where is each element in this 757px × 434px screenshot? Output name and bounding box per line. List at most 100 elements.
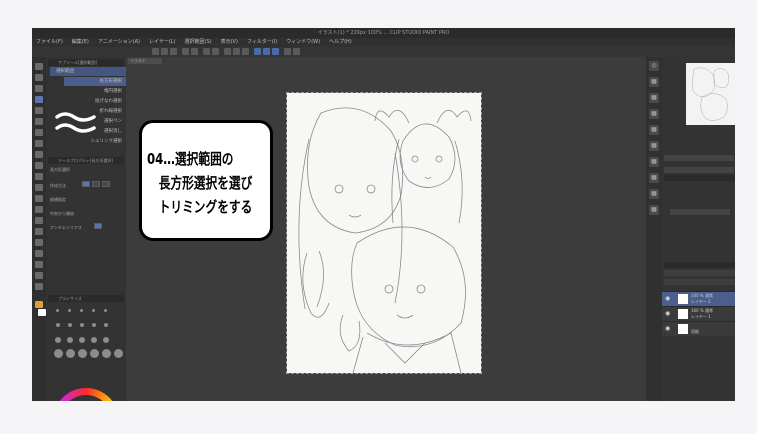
layer-toolbar[interactable] bbox=[664, 279, 735, 285]
navigator-icon[interactable]: ◎ bbox=[649, 61, 659, 71]
material-icon[interactable]: ▦ bbox=[649, 189, 659, 199]
snap-perspective-icon[interactable] bbox=[272, 48, 279, 55]
brush-size-preset[interactable] bbox=[56, 323, 60, 327]
antialias-level-icon[interactable] bbox=[94, 223, 102, 229]
eye-icon[interactable]: ◉ bbox=[665, 311, 670, 317]
blend-tool-icon[interactable] bbox=[35, 195, 43, 202]
sub-tool-rect-select[interactable]: 長方形選択 bbox=[64, 77, 126, 86]
clear-icon[interactable] bbox=[203, 48, 210, 55]
guide-icon[interactable] bbox=[293, 48, 300, 55]
canvas-paper[interactable] bbox=[286, 92, 482, 374]
figure-tool-icon[interactable] bbox=[35, 228, 43, 235]
menu-view[interactable]: 表示(V) bbox=[221, 38, 238, 47]
pencil-tool-icon[interactable] bbox=[35, 140, 43, 147]
creation-mode-subtract-icon[interactable] bbox=[102, 181, 110, 187]
eye-icon[interactable]: ◉ bbox=[665, 326, 670, 332]
material-icon[interactable]: ▦ bbox=[649, 93, 659, 103]
brush-size-preset[interactable] bbox=[55, 337, 61, 343]
brush-size-preset[interactable] bbox=[80, 323, 84, 327]
sub-tool-ellipse-select[interactable]: 楕円選択 bbox=[64, 87, 126, 96]
snap-ruler-icon[interactable] bbox=[254, 48, 261, 55]
property-start-center[interactable]: 中央から開始 bbox=[50, 211, 74, 217]
material-icon[interactable]: ▦ bbox=[649, 125, 659, 135]
brush-size-preset[interactable] bbox=[102, 349, 111, 358]
brush-size-preset[interactable] bbox=[54, 349, 63, 358]
airbrush-tool-icon[interactable] bbox=[35, 162, 43, 169]
document-tab[interactable]: イラスト bbox=[128, 58, 162, 64]
brush-size-preset[interactable] bbox=[56, 309, 59, 312]
fill-tool-icon[interactable] bbox=[35, 206, 43, 213]
color-wheel[interactable] bbox=[53, 388, 119, 401]
sub-tool-lasso-select[interactable]: 投げなわ選択 bbox=[64, 97, 126, 106]
open-icon[interactable] bbox=[161, 48, 168, 55]
layer-row[interactable]: ◉ 100 % 通常 レイヤー 2 bbox=[662, 291, 735, 306]
brush-size-preset[interactable] bbox=[79, 337, 85, 343]
undo-icon[interactable] bbox=[182, 48, 189, 55]
material-icon[interactable]: ▦ bbox=[649, 109, 659, 119]
decoration-tool-icon[interactable] bbox=[35, 173, 43, 180]
operation-tool-icon[interactable] bbox=[35, 85, 43, 92]
canvas-workspace[interactable]: イラスト 04…選択範囲の 長方形選択を選び トリミングをする bbox=[126, 57, 646, 401]
auto-select-tool-icon[interactable] bbox=[35, 107, 43, 114]
layer-row[interactable]: ◉ 用紙 bbox=[662, 321, 735, 336]
selection-tool-icon[interactable] bbox=[35, 96, 43, 103]
frame-tool-icon[interactable] bbox=[35, 239, 43, 246]
snap-grid-icon[interactable] bbox=[263, 48, 270, 55]
sub-tool-group-tab[interactable]: 選択範囲 bbox=[50, 67, 126, 76]
material-icon[interactable]: ▦ bbox=[649, 141, 659, 151]
layer-row[interactable]: ◉ 100 % 通常 レイヤー 1 bbox=[662, 306, 735, 321]
brush-size-preset[interactable] bbox=[90, 349, 99, 358]
eyedropper-tool-icon[interactable] bbox=[35, 118, 43, 125]
move-tool-icon[interactable] bbox=[35, 74, 43, 81]
text-tool-icon[interactable] bbox=[35, 261, 43, 268]
brush-size-preset[interactable] bbox=[92, 309, 95, 312]
brush-size-preset[interactable] bbox=[66, 349, 75, 358]
navigator-rotate-slider[interactable] bbox=[664, 167, 734, 173]
main-color-icon[interactable] bbox=[35, 301, 43, 308]
navigator-preview[interactable] bbox=[686, 63, 735, 125]
ruler-tool-icon[interactable] bbox=[35, 250, 43, 257]
new-icon[interactable] bbox=[152, 48, 159, 55]
save-icon[interactable] bbox=[170, 48, 177, 55]
menu-selection[interactable]: 選択範囲(S) bbox=[185, 38, 212, 47]
material-icon[interactable]: ▦ bbox=[649, 157, 659, 167]
zoom-tool-icon[interactable] bbox=[35, 63, 43, 70]
eye-icon[interactable]: ◉ bbox=[665, 296, 670, 302]
property-aspect[interactable]: 縦横指定 bbox=[50, 197, 66, 203]
material-icon[interactable]: ▦ bbox=[649, 205, 659, 215]
creation-mode-add-icon[interactable] bbox=[92, 181, 100, 187]
menu-help[interactable]: ヘルプ(H) bbox=[329, 38, 352, 47]
menu-file[interactable]: ファイル(F) bbox=[36, 38, 63, 47]
brush-size-preset[interactable] bbox=[67, 337, 73, 343]
eraser-tool-icon[interactable] bbox=[35, 184, 43, 191]
menu-edit[interactable]: 編集(E) bbox=[72, 38, 89, 47]
brush-size-preset[interactable] bbox=[80, 309, 83, 312]
menu-animation[interactable]: アニメーション(A) bbox=[98, 38, 140, 47]
balloon-tool-icon[interactable] bbox=[35, 272, 43, 279]
sub-color-icon[interactable] bbox=[38, 309, 46, 316]
brush-size-preset[interactable] bbox=[104, 323, 108, 327]
correct-line-tool-icon[interactable] bbox=[35, 283, 43, 290]
brush-size-preset[interactable] bbox=[104, 309, 107, 312]
material-icon[interactable]: ▦ bbox=[649, 77, 659, 87]
menu-layer[interactable]: レイヤー(L) bbox=[149, 38, 176, 47]
material-icon[interactable]: ▦ bbox=[649, 173, 659, 183]
fill-icon[interactable] bbox=[212, 48, 219, 55]
brush-size-preset[interactable] bbox=[78, 349, 87, 358]
navigator-zoom-slider[interactable] bbox=[664, 155, 734, 161]
pen-tool-icon[interactable] bbox=[35, 129, 43, 136]
creation-mode-new-icon[interactable] bbox=[82, 181, 90, 187]
brush-size-preset[interactable] bbox=[92, 323, 96, 327]
brush-size-preset[interactable] bbox=[91, 337, 97, 343]
layer-blend-mode-select[interactable] bbox=[664, 270, 735, 276]
gradient-tool-icon[interactable] bbox=[35, 217, 43, 224]
brush-size-preset[interactable] bbox=[68, 323, 72, 327]
brush-size-preset[interactable] bbox=[103, 337, 109, 343]
menu-window[interactable]: ウィンドウ(W) bbox=[286, 38, 320, 47]
sub-tool-shrink-select[interactable]: シュリンク選択 bbox=[64, 137, 126, 146]
invert-selection-icon[interactable] bbox=[242, 48, 249, 55]
deselect-icon[interactable] bbox=[233, 48, 240, 55]
brush-tool-icon[interactable] bbox=[35, 151, 43, 158]
layer-property-control[interactable] bbox=[670, 209, 730, 215]
color-pick-icon[interactable] bbox=[284, 48, 291, 55]
